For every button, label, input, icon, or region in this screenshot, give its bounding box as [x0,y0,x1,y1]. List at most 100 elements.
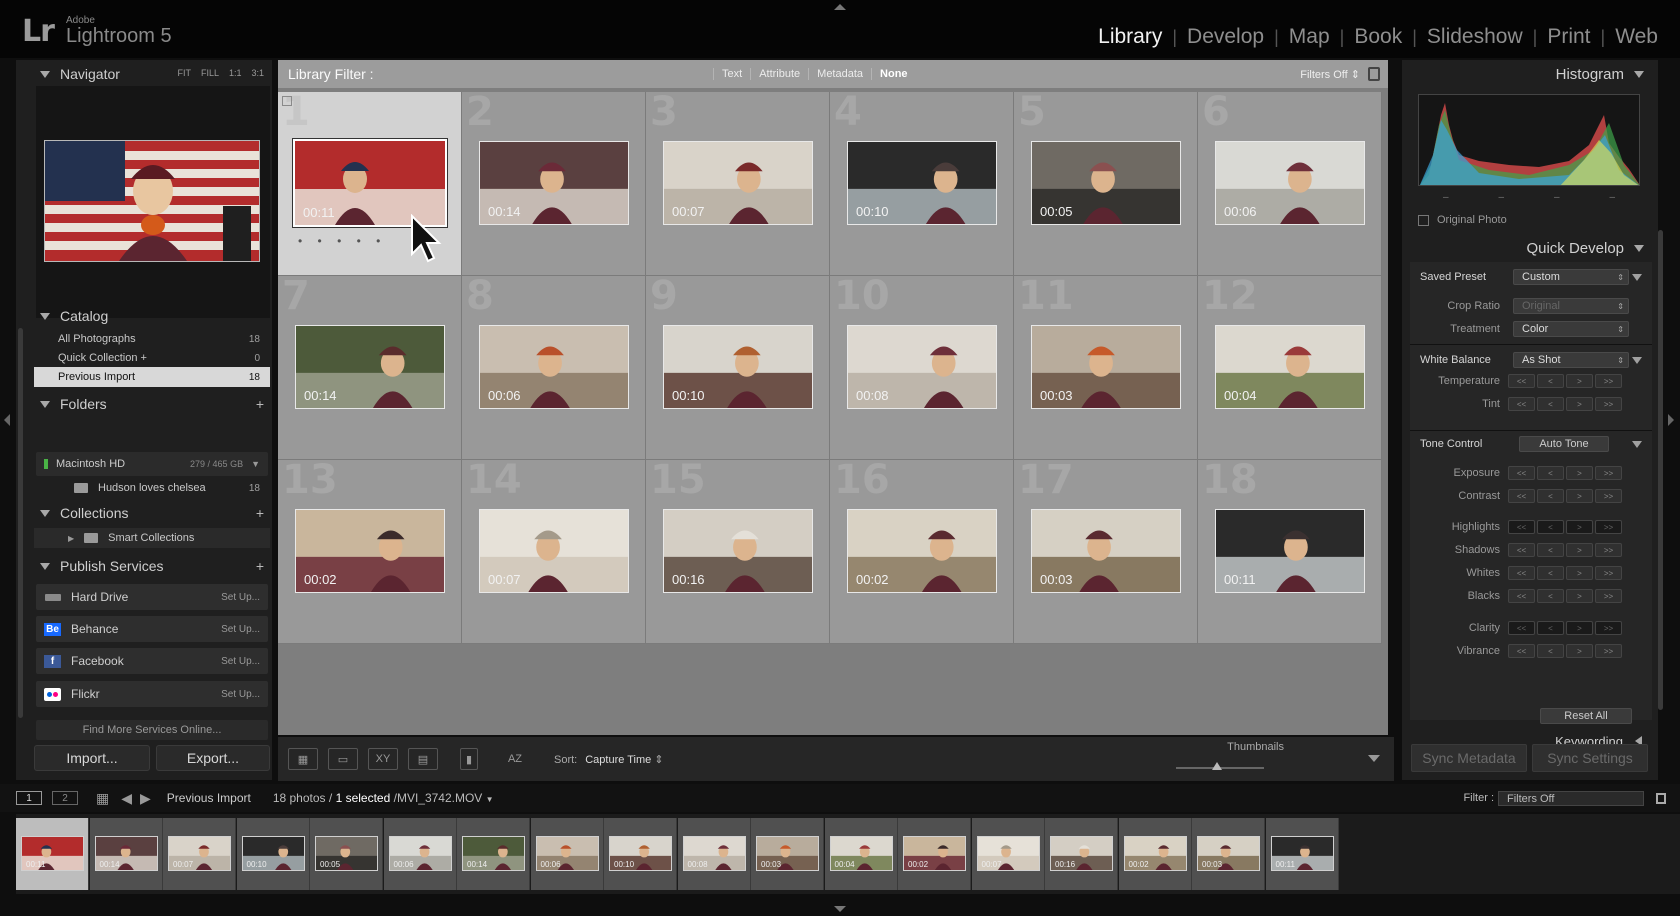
setup-link[interactable]: Set Up... [221,624,260,635]
filmstrip-cell[interactable]: 00:14 [457,818,530,890]
catalog-item-previous-import[interactable]: Previous Import 18 [34,367,270,387]
collapse-filmstrip-arrow[interactable] [834,906,846,912]
survey-view-icon[interactable]: ▤ [408,748,438,770]
filmstrip-thumbnail[interactable]: 00:10 [241,836,305,871]
grid-cell[interactable]: 6 00:06 [1198,92,1382,276]
increase-large-button[interactable]: >> [1595,644,1622,658]
filter-attribute[interactable]: Attribute [750,68,808,80]
decrease-large-button[interactable]: << [1508,397,1535,411]
filmstrip-cell[interactable]: 00:03 [751,818,824,890]
filmstrip-cell[interactable]: 00:14 [89,818,163,890]
original-photo-checkbox[interactable] [1418,214,1429,226]
original-photo-toggle[interactable]: Original Photo [1418,214,1507,226]
saved-preset-dropdown[interactable]: Custom ⇕ [1513,269,1629,285]
filmstrip-source[interactable]: Previous Import [167,791,251,805]
filter-metadata[interactable]: Metadata [808,68,871,80]
filmstrip-thumbnail[interactable]: 00:11 [21,836,84,871]
lock-icon[interactable] [1368,67,1380,81]
filmstrip-cell[interactable]: 00:08 [677,818,751,890]
filmstrip-thumbnail[interactable]: 00:11 [1270,836,1334,871]
filmstrip-cell[interactable]: 00:06 [383,818,457,890]
increase-large-button[interactable]: >> [1595,589,1622,603]
increase-large-button[interactable]: >> [1595,466,1622,480]
grid-cell[interactable]: 11 00:03 [1014,276,1198,460]
video-thumbnail[interactable]: 00:14 [479,141,629,225]
decrease-small-button[interactable]: < [1537,644,1564,658]
decrease-large-button[interactable]: << [1508,644,1535,658]
zoom-fit[interactable]: FIT [177,68,191,78]
filmstrip-thumbnail[interactable]: 00:04 [829,836,893,871]
filmstrip-cell[interactable]: 00:03 [1192,818,1265,890]
filmstrip-thumbnail[interactable]: 00:03 [1197,836,1260,871]
grid-cell[interactable]: 8 00:06 [462,276,646,460]
publish-service-behance[interactable]: Be Behance Set Up... [36,616,268,642]
decrease-small-button[interactable]: < [1537,543,1564,557]
grid-cell[interactable]: 16 00:02 [830,460,1014,644]
setup-link[interactable]: Set Up... [221,689,260,700]
module-map[interactable]: Map [1279,25,1340,49]
toolbar-options-dropdown-icon[interactable] [1368,755,1380,762]
histogram-header[interactable]: Histogram [1402,63,1654,85]
module-print[interactable]: Print [1537,25,1600,49]
increase-large-button[interactable]: >> [1595,397,1622,411]
zoom-1-1[interactable]: 1:1 [229,68,242,78]
decrease-small-button[interactable]: < [1537,589,1564,603]
decrease-large-button[interactable]: << [1508,374,1535,388]
filmstrip-cell[interactable]: 00:16 [1045,818,1118,890]
grid-cell[interactable]: 12 00:04 [1198,276,1382,460]
increase-small-button[interactable]: > [1566,543,1593,557]
grid-icon[interactable]: ▦ [96,790,109,807]
triangle-down-icon[interactable] [1632,356,1642,364]
sort-control[interactable]: Sort: Capture Time ⇕ [554,753,664,766]
thumbnail-size-slider-knob[interactable] [1212,762,1222,770]
filmstrip-thumbnail[interactable]: 00:03 [756,836,819,871]
video-thumbnail[interactable]: 00:08 [847,325,997,409]
increase-small-button[interactable]: > [1566,520,1593,534]
increase-small-button[interactable]: > [1566,621,1593,635]
video-thumbnail[interactable]: 00:16 [663,509,813,593]
decrease-large-button[interactable]: << [1508,566,1535,580]
quick-develop-header[interactable]: Quick Develop [1402,237,1654,259]
filmstrip-thumbnail[interactable]: 00:14 [462,836,525,871]
video-thumbnail[interactable]: 00:11 [1215,509,1365,593]
decrease-large-button[interactable]: << [1508,543,1535,557]
triangle-down-icon[interactable] [1632,440,1642,448]
filmstrip-cell[interactable]: 00:04 [824,818,898,890]
catalog-item-quick-collection[interactable]: Quick Collection + 0 [34,348,270,368]
filmstrip-thumbnail[interactable]: 00:06 [388,836,452,871]
decrease-small-button[interactable]: < [1537,520,1564,534]
volume-macintosh-hd[interactable]: Macintosh HD 279 / 465 GB ▼ [36,452,268,476]
increase-small-button[interactable]: > [1566,566,1593,580]
loupe-view-icon[interactable]: ▭ [328,748,358,770]
filmstrip-thumbnail[interactable]: 00:02 [1123,836,1187,871]
increase-large-button[interactable]: >> [1595,543,1622,557]
folders-header[interactable]: Folders + [18,393,272,415]
forward-arrow-icon[interactable]: ▶ [140,790,151,807]
filmstrip-thumbnail[interactable]: 00:07 [168,836,231,871]
decrease-large-button[interactable]: << [1508,466,1535,480]
increase-small-button[interactable]: > [1566,489,1593,503]
grid-cell[interactable]: 9 00:10 [646,276,830,460]
video-thumbnail[interactable]: 00:02 [295,509,445,593]
secondary-window-button[interactable]: 2 [52,791,78,805]
grid-view-icon[interactable]: ▦ [288,748,318,770]
video-thumbnail[interactable]: 00:07 [479,509,629,593]
filmstrip-cell[interactable]: 00:05 [310,818,383,890]
decrease-small-button[interactable]: < [1537,566,1564,580]
filmstrip-thumbnail[interactable]: 00:07 [976,836,1040,871]
zoom-3-1[interactable]: 3:1 [251,68,264,78]
module-develop[interactable]: Develop [1177,25,1274,49]
auto-tone-button[interactable]: Auto Tone [1519,436,1609,452]
filter-none[interactable]: None [871,68,916,80]
filmstrip-filter-dropdown[interactable]: Filters Off [1498,791,1644,806]
filmstrip-thumbnail[interactable]: 00:10 [609,836,672,871]
sort-direction-icon[interactable]: AZ [500,748,530,770]
grid-cell[interactable]: 5 00:05 [1014,92,1198,276]
filmstrip-thumbnail[interactable]: 00:16 [1050,836,1113,871]
decrease-large-button[interactable]: << [1508,489,1535,503]
decrease-large-button[interactable]: << [1508,621,1535,635]
folder-item[interactable]: Hudson loves chelsea 18 [34,478,270,498]
video-thumbnail[interactable]: 00:03 [1031,325,1181,409]
zoom-fill[interactable]: FILL [201,68,219,78]
video-thumbnail[interactable]: 00:14 [295,325,445,409]
